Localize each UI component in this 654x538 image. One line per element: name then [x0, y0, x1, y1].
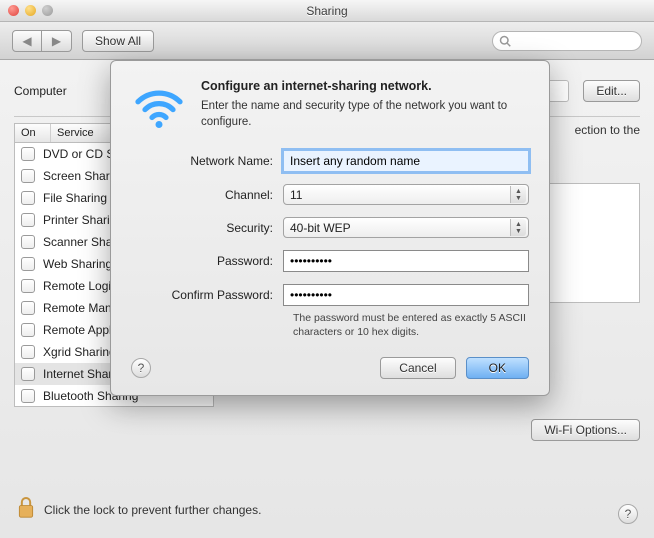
checkbox[interactable]	[21, 169, 35, 183]
password-hint: The password must be entered as exactly …	[293, 312, 529, 339]
label-password: Password:	[131, 254, 283, 268]
forward-button[interactable]: ▶	[42, 30, 72, 52]
sheet-help-button[interactable]: ?	[131, 358, 151, 378]
channel-select[interactable]: 11▲▼	[283, 184, 529, 205]
help-button[interactable]: ?	[618, 504, 638, 524]
toolbar: ◀ ▶ Show All	[0, 22, 654, 60]
label-channel: Channel:	[131, 188, 283, 202]
show-all-button[interactable]: Show All	[82, 30, 154, 52]
lock-icon[interactable]	[16, 495, 36, 524]
window-title: Sharing	[0, 4, 654, 18]
titlebar: Sharing	[0, 0, 654, 22]
label-confirm: Confirm Password:	[131, 288, 283, 302]
checkbox[interactable]	[21, 323, 35, 337]
label-security: Security:	[131, 221, 283, 235]
checkbox[interactable]	[21, 279, 35, 293]
ok-button[interactable]: OK	[466, 357, 529, 379]
checkbox[interactable]	[21, 213, 35, 227]
checkbox[interactable]	[21, 257, 35, 271]
checkbox[interactable]	[21, 191, 35, 205]
computer-name-label: Computer	[14, 84, 67, 98]
network-name-input[interactable]	[283, 150, 529, 172]
checkbox[interactable]	[21, 389, 35, 403]
sheet-subtitle: Enter the name and security type of the …	[201, 99, 529, 130]
cancel-button[interactable]: Cancel	[380, 357, 455, 379]
wifi-icon	[131, 79, 187, 138]
checkbox[interactable]	[21, 301, 35, 315]
right-text: ection to the	[575, 123, 640, 137]
checkbox[interactable]	[21, 345, 35, 359]
search-input[interactable]	[492, 31, 642, 51]
password-input[interactable]	[283, 250, 529, 272]
lock-text: Click the lock to prevent further change…	[44, 503, 261, 517]
checkbox[interactable]	[21, 147, 35, 161]
label-network-name: Network Name:	[131, 154, 283, 168]
checkbox[interactable]	[21, 235, 35, 249]
chevron-updown-icon: ▲▼	[510, 186, 526, 203]
back-button[interactable]: ◀	[12, 30, 42, 52]
edit-button[interactable]: Edit...	[583, 80, 640, 102]
sheet-title: Configure an internet-sharing network.	[201, 79, 529, 93]
wifi-options-button[interactable]: Wi-Fi Options...	[531, 419, 640, 441]
security-select[interactable]: 40-bit WEP▲▼	[283, 217, 529, 238]
chevron-updown-icon: ▲▼	[510, 219, 526, 236]
configure-sheet: Configure an internet-sharing network. E…	[110, 60, 550, 396]
confirm-password-input[interactable]	[283, 284, 529, 306]
search-icon	[499, 35, 511, 47]
checkbox[interactable]	[21, 367, 35, 381]
col-on[interactable]: On	[15, 124, 51, 142]
